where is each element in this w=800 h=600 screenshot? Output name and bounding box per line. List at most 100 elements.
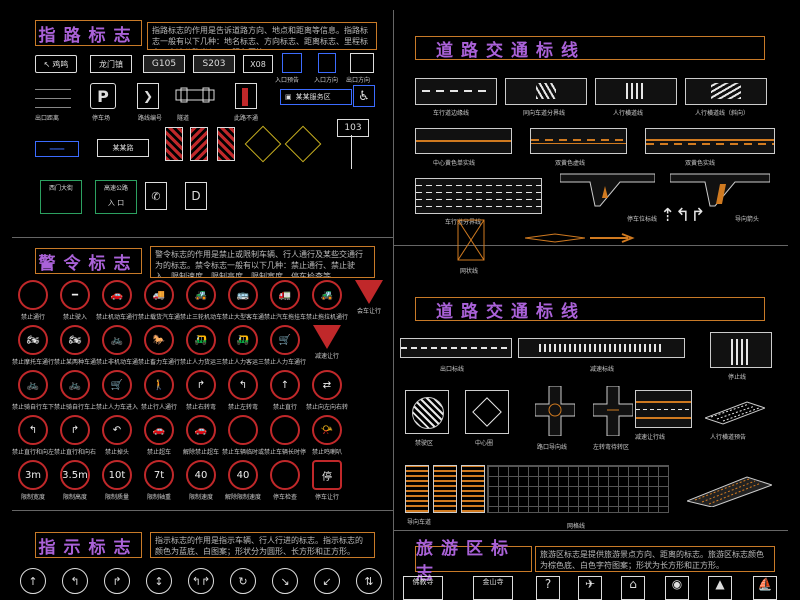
road1-row2: 中心黄色单实线 双黄色虚线 双黄色实线 (415, 128, 775, 168)
prohibition-circle-icon: 🛺 (186, 325, 216, 355)
entrance-direction-sign (318, 53, 336, 73)
prohibition-sign-label: 限制速度 (188, 494, 213, 501)
prohibition-sign: 减速让行 (306, 325, 348, 366)
prohibition-circle-icon (270, 460, 300, 490)
road2-label-1: 出口标线 (440, 366, 465, 373)
dead-end-label: 此路不通 (234, 115, 259, 122)
marking-intersection-2 (593, 386, 633, 436)
prohibition-sign: 7t 限制轴重 (138, 460, 180, 501)
tunnel-sign (175, 87, 215, 103)
prohibition-sign-label: 禁止拖拉机通行 (306, 314, 348, 321)
road2-label-8: 减速让行线 (635, 434, 666, 441)
prohibition-circle-icon: 🛺 (228, 325, 258, 355)
road1-title: 道路交通标线 (415, 36, 765, 61)
exit-direction-sign (350, 53, 374, 73)
prohibition-sign-label: 减速让行 (314, 353, 339, 360)
prohibition-sign: 🚶 禁止行人通行 (138, 370, 180, 411)
prohibition-sign-label: 限制轴重 (146, 494, 171, 501)
prohibition-sign-label: 禁止非机动车通行 (96, 359, 138, 366)
prohibition-circle-icon: 📯 (312, 415, 342, 445)
delineator-1 (165, 127, 183, 161)
prohibition-circle-icon: 🚲 (18, 370, 48, 400)
prohibition-circle-icon: 🛒 (270, 325, 300, 355)
exit-direction-label: 出口方向 (346, 77, 371, 84)
prohibition-circle-icon: 🚛 (270, 280, 300, 310)
distance-sign-label: 出口距离 (35, 115, 60, 122)
prohibition-sign-label: 禁止车辆临时或长时停放 (222, 449, 264, 456)
prohibition-sign-label: 禁止大型客车通行 (222, 314, 264, 321)
divider-left-2 (12, 510, 393, 511)
marking-edge-line (415, 78, 497, 105)
road2-label-3: 停止线 (728, 374, 747, 381)
arrow-circle-icon: ↕ (146, 568, 172, 594)
prohibition-circle-icon: 🚚 (144, 280, 174, 310)
prohibition-sign: 🚌 禁止大型客车通行 (222, 280, 264, 321)
road2-title: 道路交通标线 (415, 297, 765, 322)
prohibition-sign-label: 禁止直行和向左转弯 (12, 449, 54, 456)
green-sign-west-gate: 西门大街 (40, 180, 82, 214)
prohibition-sign-label: 限制高度 (62, 494, 87, 501)
sign-text: 鸡鸣 (52, 59, 69, 69)
tour-description: 旅游区标志是提供旅游景点方向、距离的标志。旅游区标志颜色为棕色底、白色字符图案；… (535, 546, 775, 572)
prohibition-sign: 🏍 禁止某两种车通行 (54, 325, 96, 366)
tourism-sign-temple-1: 佛教寺 (403, 576, 443, 600)
prohibition-circle-icon: 10t (102, 460, 132, 490)
prohibition-circle-icon: 🚌 (228, 280, 258, 310)
marking-stop-line (710, 332, 772, 368)
road1-label-4: 人行横道线（斜向） (695, 110, 750, 117)
prohibition-sign: 🛺 禁止人力货运三轮车通行 (180, 325, 222, 366)
hint-description: 指示标志的作用是指示车辆、行人行进的标志。指示标志的颜色为蓝底、白图案；形状分为… (150, 532, 375, 558)
prohibition-circle-icon (270, 415, 300, 445)
parking-sign: P (90, 83, 116, 109)
marking-double-yellow-dash (530, 128, 627, 154)
marking-double-yellow-solid (645, 128, 775, 154)
prohibition-sign: 40 解除限制速度 (222, 460, 264, 501)
prohibition-sign-label: 限制宽度 (20, 494, 45, 501)
divider-left-1 (12, 237, 393, 238)
entrance-direction-label: 入口方向 (314, 77, 339, 84)
marking-box-junction (457, 219, 485, 261)
marking-crosswalk-diagonal (685, 78, 767, 105)
mandatory-sign: ↰↱ (180, 568, 222, 594)
prohibition-sign: ↶ 禁止掉头 (96, 415, 138, 456)
prohibition-sign-label: 禁止左转弯 (227, 404, 258, 411)
prohibition-sign-label: 禁止三轮机动车通行 (180, 314, 222, 321)
prohibition-sign: 📯 禁止鸣喇叭 (306, 415, 348, 456)
marking-forbidden-zone (405, 390, 449, 434)
arrow-circle-icon: ↻ (230, 568, 256, 594)
prohibition-sign-label: 禁止人力车通行 (264, 359, 306, 366)
tourism-sign-scenic-icon: ✈ (578, 576, 602, 600)
prohibition-sign: ━ 禁止驶入 (54, 280, 96, 321)
prohibition-sign: 🚜 禁止拖拉机通行 (306, 280, 348, 321)
tour-title: 旅游区标志 (415, 539, 532, 584)
prohibition-sign-label: 限制质量 (104, 494, 129, 501)
road-name-sign-1: ━━━━ (35, 141, 79, 157)
green-sign-text: 西门大街 (48, 185, 73, 192)
prohibition-sign: 🏍 禁止摩托车通行 (12, 325, 54, 366)
prohibition-sign-label: 禁止某两种车通行 (54, 359, 96, 366)
marking-exit (400, 338, 512, 358)
road2-label-11: 网格线 (567, 523, 586, 530)
prohibition-sign-label: 禁止直行 (272, 404, 297, 411)
marking-center-circle (465, 390, 509, 434)
road2-label-10: 导向车道 (407, 519, 432, 526)
mandatory-sign: ↰ (54, 568, 96, 594)
road1-label-3: 人行横道线 (613, 110, 644, 117)
prohibition-sign-label: 禁止右转弯 (185, 404, 216, 411)
marking-guide-lanes (405, 465, 485, 513)
prohibition-sign: 🛺 禁止人力客运三轮车通行 (222, 325, 264, 366)
road1-row1: 车行道边缘线 同向车道分界线 人行横道线 人行横道线（斜向） (415, 78, 775, 118)
mandatory-sign: ↻ (222, 568, 264, 594)
road1-label-7: 双黄色实线 (685, 160, 716, 167)
prohibition-sign-label: 禁止车辆长时停放 (264, 449, 306, 456)
phone-sign: ✆ (145, 182, 167, 210)
road2-row3: 导向车道 网格线 (405, 465, 795, 530)
prohibition-sign: 🚚 禁止载货汽车通行 (138, 280, 180, 321)
prohibition-sign: 🚗 禁止机动车通行 (96, 280, 138, 321)
prohibition-sign: 🚲 禁止非机动车通行 (96, 325, 138, 366)
marking-deceleration (518, 338, 685, 358)
entrance-preview-sign (282, 53, 302, 73)
tourism-sign-mountain-icon: ▲ (708, 576, 732, 600)
prohibition-circle-icon: 🚜 (186, 280, 216, 310)
prohibition-circle-icon: ↱ (60, 415, 90, 445)
